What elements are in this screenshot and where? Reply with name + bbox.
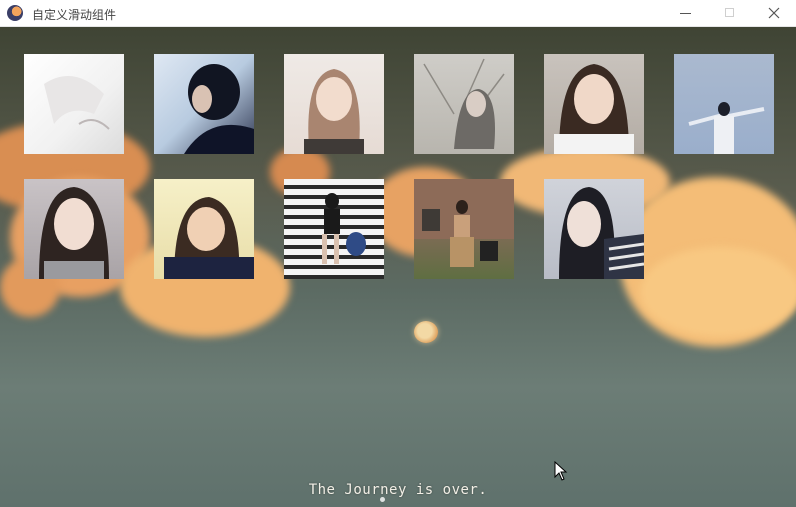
slide-canvas[interactable]: The Journey is over. xyxy=(0,27,796,507)
gallery-thumbnail[interactable] xyxy=(284,54,384,154)
cloud-shape xyxy=(640,247,796,337)
gallery-thumbnail[interactable] xyxy=(154,179,254,279)
window-title: 自定义滑动组件 xyxy=(32,8,117,22)
gallery-thumbnail[interactable] xyxy=(24,54,124,154)
close-icon xyxy=(768,7,780,19)
maximize-icon xyxy=(725,8,734,17)
window-title-bar: 自定义滑动组件 xyxy=(0,0,796,27)
close-button[interactable] xyxy=(752,0,796,27)
gallery-thumbnail[interactable] xyxy=(544,54,644,154)
minimize-button[interactable] xyxy=(664,0,708,27)
minimize-icon xyxy=(680,13,691,14)
gallery-thumbnail[interactable] xyxy=(414,54,514,154)
slide-caption: The Journey is over. xyxy=(308,482,488,498)
page-indicator-dot[interactable] xyxy=(380,497,385,502)
moon-image xyxy=(414,321,438,343)
gallery-thumbnail[interactable] xyxy=(544,179,644,279)
gallery-thumbnail[interactable] xyxy=(24,179,124,279)
gallery-thumbnail[interactable] xyxy=(674,54,774,154)
app-logo-icon xyxy=(7,5,23,21)
gallery-thumbnail[interactable] xyxy=(284,179,384,279)
gallery-thumbnail[interactable] xyxy=(154,54,254,154)
gallery-thumbnail[interactable] xyxy=(414,179,514,279)
maximize-button[interactable] xyxy=(708,0,752,27)
mouse-cursor-icon xyxy=(554,461,568,481)
